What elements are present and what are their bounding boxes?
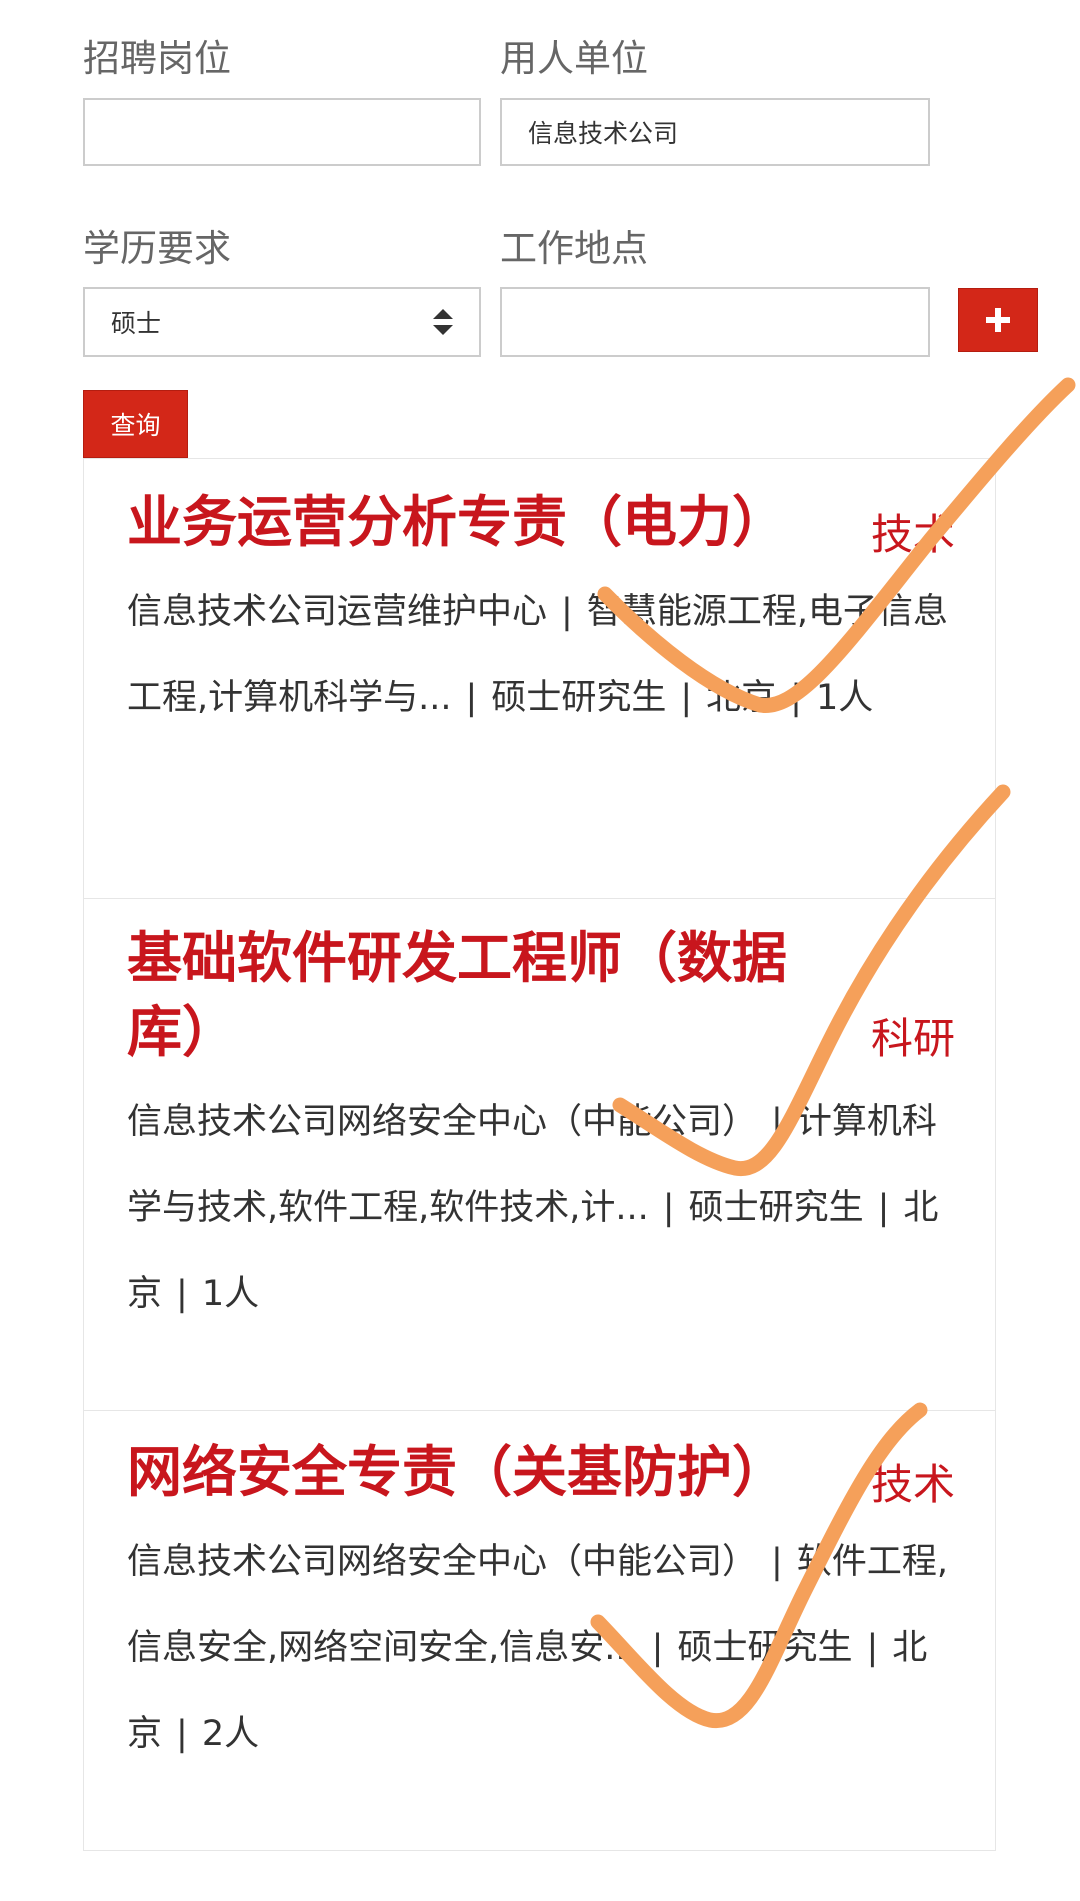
separator: |: [680, 678, 693, 718]
separator: |: [771, 1542, 783, 1582]
job-list: 业务运营分析专责（电力） 技术 信息技术公司运营维护中心 | 智慧能源工程,电子信息…: [83, 458, 996, 1851]
job-type: 技术: [870, 510, 955, 559]
education-select[interactable]: 硕士: [83, 287, 481, 357]
separator: |: [176, 1714, 188, 1754]
job-type: 科研: [870, 1014, 955, 1063]
add-filter-button[interactable]: [958, 288, 1038, 352]
location-input[interactable]: [500, 287, 930, 357]
location-label: 工作地点: [500, 227, 648, 270]
separator: |: [662, 1188, 675, 1228]
separator: |: [465, 678, 478, 718]
job-info: 信息技术公司网络安全中心（中能公司） | 计算机科学与技术,软件工程,软件技术,计.…: [127, 1079, 957, 1337]
employer-input[interactable]: 信息技术公司: [500, 98, 930, 166]
job-search-page: 招聘岗位 用人单位 信息技术公司 学历要求 工作地点 硕士 查询 业务运营分析专…: [0, 0, 1080, 1901]
job-count: 1人: [201, 1274, 260, 1314]
separator: |: [561, 592, 573, 632]
job-location: 北京: [706, 678, 777, 718]
education-select-value: 硕士: [111, 309, 162, 338]
job-title[interactable]: 业务运营分析专责（电力）: [127, 485, 847, 559]
select-arrows-icon: [433, 309, 453, 335]
job-department: 信息技术公司运营维护中心: [127, 592, 548, 632]
employer-label: 用人单位: [500, 37, 648, 80]
separator: |: [651, 1628, 664, 1668]
job-item[interactable]: 网络安全专责（关基防护） 技术 信息技术公司网络安全中心（中能公司） | 软件工程,…: [84, 1411, 995, 1850]
job-title[interactable]: 网络安全专责（关基防护）: [127, 1435, 847, 1509]
position-input[interactable]: [83, 98, 481, 166]
separator: |: [877, 1188, 890, 1228]
position-label: 招聘岗位: [83, 37, 231, 80]
separator: |: [771, 1102, 783, 1142]
job-item[interactable]: 基础软件研发工程师（数据库） 科研 信息技术公司网络安全中心（中能公司） | 计算机…: [84, 899, 995, 1411]
separator: |: [790, 678, 802, 718]
query-button[interactable]: 查询: [83, 390, 188, 458]
education-label: 学历要求: [83, 227, 231, 270]
job-education: 硕士研究生: [688, 1188, 864, 1228]
job-education: 硕士研究生: [491, 678, 667, 718]
job-title[interactable]: 基础软件研发工程师（数据库）: [127, 921, 847, 1069]
employer-input-value: 信息技术公司: [528, 119, 679, 148]
job-item[interactable]: 业务运营分析专责（电力） 技术 信息技术公司运营维护中心 | 智慧能源工程,电子信息…: [84, 459, 995, 899]
job-department: 信息技术公司网络安全中心（中能公司）: [127, 1542, 758, 1582]
job-count: 1人: [815, 678, 874, 718]
job-department: 信息技术公司网络安全中心（中能公司）: [127, 1102, 758, 1142]
job-education: 硕士研究生: [677, 1628, 853, 1668]
job-count: 2人: [201, 1714, 260, 1754]
job-type: 技术: [870, 1460, 955, 1509]
separator: |: [866, 1628, 879, 1668]
plus-icon: [986, 308, 1010, 332]
job-info: 信息技术公司运营维护中心 | 智慧能源工程,电子信息工程,计算机科学与... | 硕士研…: [127, 569, 957, 741]
separator: |: [176, 1274, 188, 1314]
job-info: 信息技术公司网络安全中心（中能公司） | 软件工程,信息安全,网络空间安全,信息安.…: [127, 1519, 957, 1777]
